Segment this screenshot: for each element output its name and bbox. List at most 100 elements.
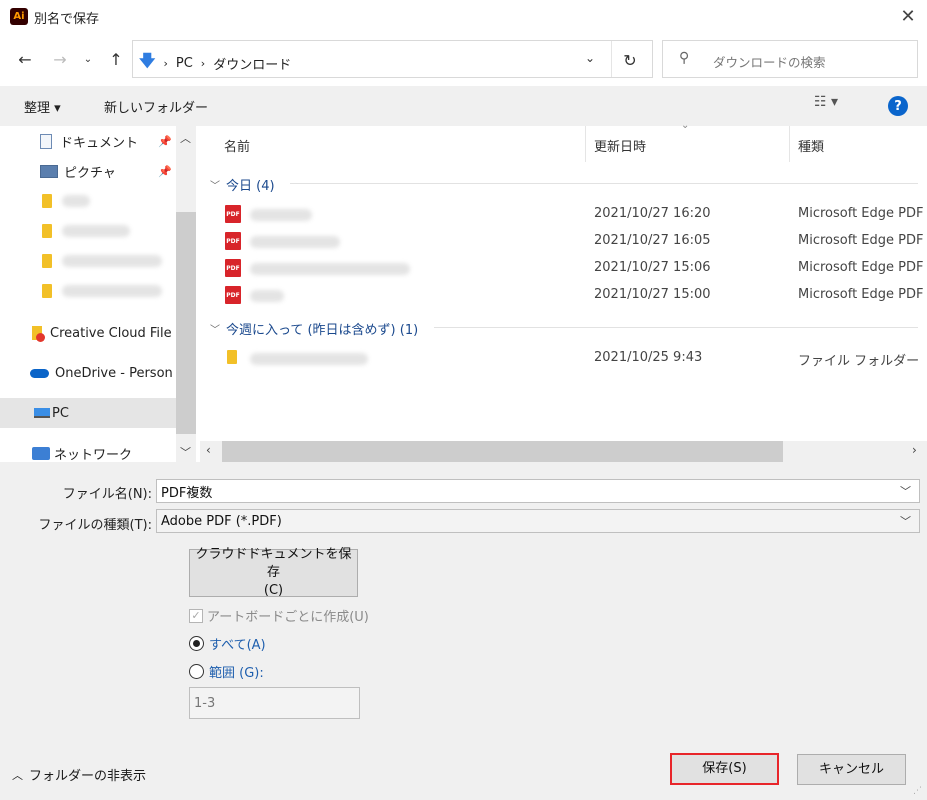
sort-chevron-icon: ⌄	[681, 120, 690, 131]
radio-range-row[interactable]: 範囲 (G):	[189, 662, 264, 681]
sidebar-item-creative-cloud[interactable]: Creative Cloud File	[0, 318, 176, 348]
pdf-icon: PDF	[225, 259, 241, 277]
scroll-up-chevron-icon[interactable]: ︿	[180, 130, 191, 146]
downloads-arrow-icon: 🡇	[139, 51, 156, 70]
blurred-filename	[250, 209, 312, 221]
group-header-this-week[interactable]: ﹀ 今週に入って (昨日は含めず) (1)	[210, 319, 418, 338]
sidebar-item-onedrive[interactable]: OneDrive - Person	[0, 358, 176, 388]
file-row[interactable]: PDF 2021/10/27 15:06 Microsoft Edge PDF	[200, 257, 927, 281]
file-row[interactable]: 2021/10/25 9:43 ファイル フォルダー	[200, 347, 927, 371]
column-divider[interactable]	[789, 126, 790, 162]
illustrator-app-icon: Ai	[10, 8, 28, 25]
sidebar-item-documents[interactable]: ドキュメント 📌	[0, 126, 176, 156]
search-box[interactable]: ⚲ ダウンロードの検索	[662, 40, 918, 78]
sidebar-item-label: ピクチャ	[64, 165, 116, 181]
file-date: 2021/10/27 16:05	[594, 233, 711, 248]
chevron-down-icon[interactable]: ﹀	[900, 513, 911, 529]
sidebar-item-folder[interactable]	[0, 186, 176, 216]
radio-all-row[interactable]: すべて(A)	[189, 634, 266, 653]
scroll-down-chevron-icon[interactable]: ﹀	[180, 444, 191, 460]
filename-input[interactable]: PDF複数 ﹀	[156, 479, 920, 503]
column-header-name[interactable]: 名前	[224, 136, 250, 155]
hide-folders-label: フォルダーの非表示	[29, 769, 147, 784]
artboards-checkbox[interactable]: ✓	[189, 608, 203, 623]
group-divider	[434, 327, 918, 328]
save-button[interactable]: 保存(S)	[670, 753, 779, 785]
title-bar: Ai 別名で保存 ✕	[0, 0, 927, 34]
sidebar-item-label: PC	[52, 405, 69, 421]
column-header-type[interactable]: 種類	[798, 136, 824, 155]
group-header-today[interactable]: ﹀ 今日 (4)	[210, 175, 275, 194]
save-cloud-document-button[interactable]: クラウドドキュメントを保存 (C)	[189, 547, 358, 598]
folder-icon	[42, 224, 52, 238]
refresh-icon[interactable]: ↻	[615, 46, 645, 74]
blurred-filename	[250, 353, 368, 365]
breadcrumb-downloads[interactable]: ダウンロード	[213, 54, 291, 73]
breadcrumb-chevron-icon: ›	[163, 57, 168, 70]
close-icon[interactable]: ✕	[894, 4, 922, 28]
new-folder-button[interactable]: 新しいフォルダー	[104, 97, 208, 116]
breadcrumb: 🡇 › PC › ダウンロード	[139, 50, 291, 77]
sidebar-item-pc[interactable]: PC	[0, 398, 176, 428]
chevron-down-icon[interactable]: ﹀	[900, 483, 911, 499]
pictures-icon	[40, 164, 58, 178]
sidebar-item-pictures[interactable]: ピクチャ 📌	[0, 156, 176, 186]
range-input[interactable]: 1-3	[189, 687, 360, 719]
up-arrow-icon[interactable]: ↑	[104, 45, 128, 73]
column-header-date[interactable]: 更新日時	[594, 136, 646, 155]
sidebar-item-folder[interactable]	[0, 276, 176, 306]
file-row[interactable]: PDF 2021/10/27 15:00 Microsoft Edge PDF	[200, 284, 927, 308]
sidebar-scrollbar-thumb[interactable]	[176, 212, 196, 434]
cancel-button[interactable]: キャンセル	[797, 754, 906, 785]
network-icon	[32, 446, 50, 460]
back-arrow-icon[interactable]: ←	[12, 45, 38, 73]
scroll-left-chevron-icon[interactable]: ‹	[206, 443, 211, 457]
sidebar-item-label: ネットワーク	[54, 447, 133, 463]
resize-grip-icon[interactable]: ⋰	[913, 786, 922, 796]
blurred-label	[62, 285, 162, 297]
scroll-right-chevron-icon[interactable]: ›	[912, 443, 917, 457]
file-row[interactable]: PDF 2021/10/27 16:20 Microsoft Edge PDF	[200, 203, 927, 227]
breadcrumb-pc[interactable]: PC	[176, 56, 193, 71]
recent-chevron-down-icon[interactable]: ⌄	[80, 45, 96, 73]
breadcrumb-chevron-icon: ›	[200, 57, 206, 70]
filetype-select[interactable]: Adobe PDF (*.PDF) ﹀	[156, 509, 920, 533]
pdf-icon: PDF	[225, 286, 241, 304]
filename-label: ファイル名(N):	[62, 487, 152, 502]
sidebar-item-label: ドキュメント	[60, 135, 139, 151]
folder-icon	[42, 254, 52, 268]
address-bar[interactable]: 🡇 › PC › ダウンロード ⌄ ↻	[132, 40, 653, 78]
file-date: 2021/10/27 15:06	[594, 260, 711, 275]
view-options-icon[interactable]: ☷ ▾	[814, 94, 838, 110]
horizontal-scrollbar-thumb[interactable]	[222, 441, 783, 462]
blurred-filename	[250, 263, 410, 275]
blurred-filename	[250, 236, 340, 248]
file-row[interactable]: PDF 2021/10/27 16:05 Microsoft Edge PDF	[200, 230, 927, 254]
radio-range[interactable]	[189, 664, 204, 679]
search-input[interactable]: ダウンロードの検索	[713, 52, 826, 71]
blurred-label	[62, 195, 90, 207]
sidebar-item-folder[interactable]	[0, 246, 176, 276]
radio-all[interactable]	[189, 636, 204, 651]
file-date: 2021/10/25 9:43	[594, 350, 703, 365]
navigation-pane: ドキュメント 📌 ピクチャ 📌 Creative Cloud File OneD…	[0, 126, 197, 463]
document-icon	[40, 133, 52, 149]
hide-folders-toggle[interactable]: ︿ フォルダーの非表示	[12, 765, 147, 785]
sidebar-item-folder[interactable]	[0, 216, 176, 246]
onedrive-icon	[30, 368, 49, 378]
filename-value: PDF複数	[161, 485, 213, 501]
help-icon[interactable]: ?	[888, 96, 908, 116]
folder-icon	[42, 194, 52, 208]
address-history-chevron-icon[interactable]: ⌄	[585, 51, 613, 65]
column-divider[interactable]	[585, 126, 586, 162]
sidebar-item-label: OneDrive - Person	[55, 365, 173, 381]
artboards-checkbox-row[interactable]: ✓ アートボードごとに作成(U)	[189, 606, 369, 625]
file-type: Microsoft Edge PDF	[798, 287, 924, 302]
chevron-up-icon: ︿	[12, 768, 23, 782]
organize-button[interactable]: 整理 ▾	[24, 97, 61, 116]
pdf-icon: PDF	[225, 205, 241, 223]
forward-arrow-icon[interactable]: →	[48, 45, 72, 73]
folder-icon	[42, 284, 52, 298]
group-label: 今週に入って (昨日は含めず) (1)	[226, 323, 419, 338]
file-type: Microsoft Edge PDF	[798, 206, 924, 221]
